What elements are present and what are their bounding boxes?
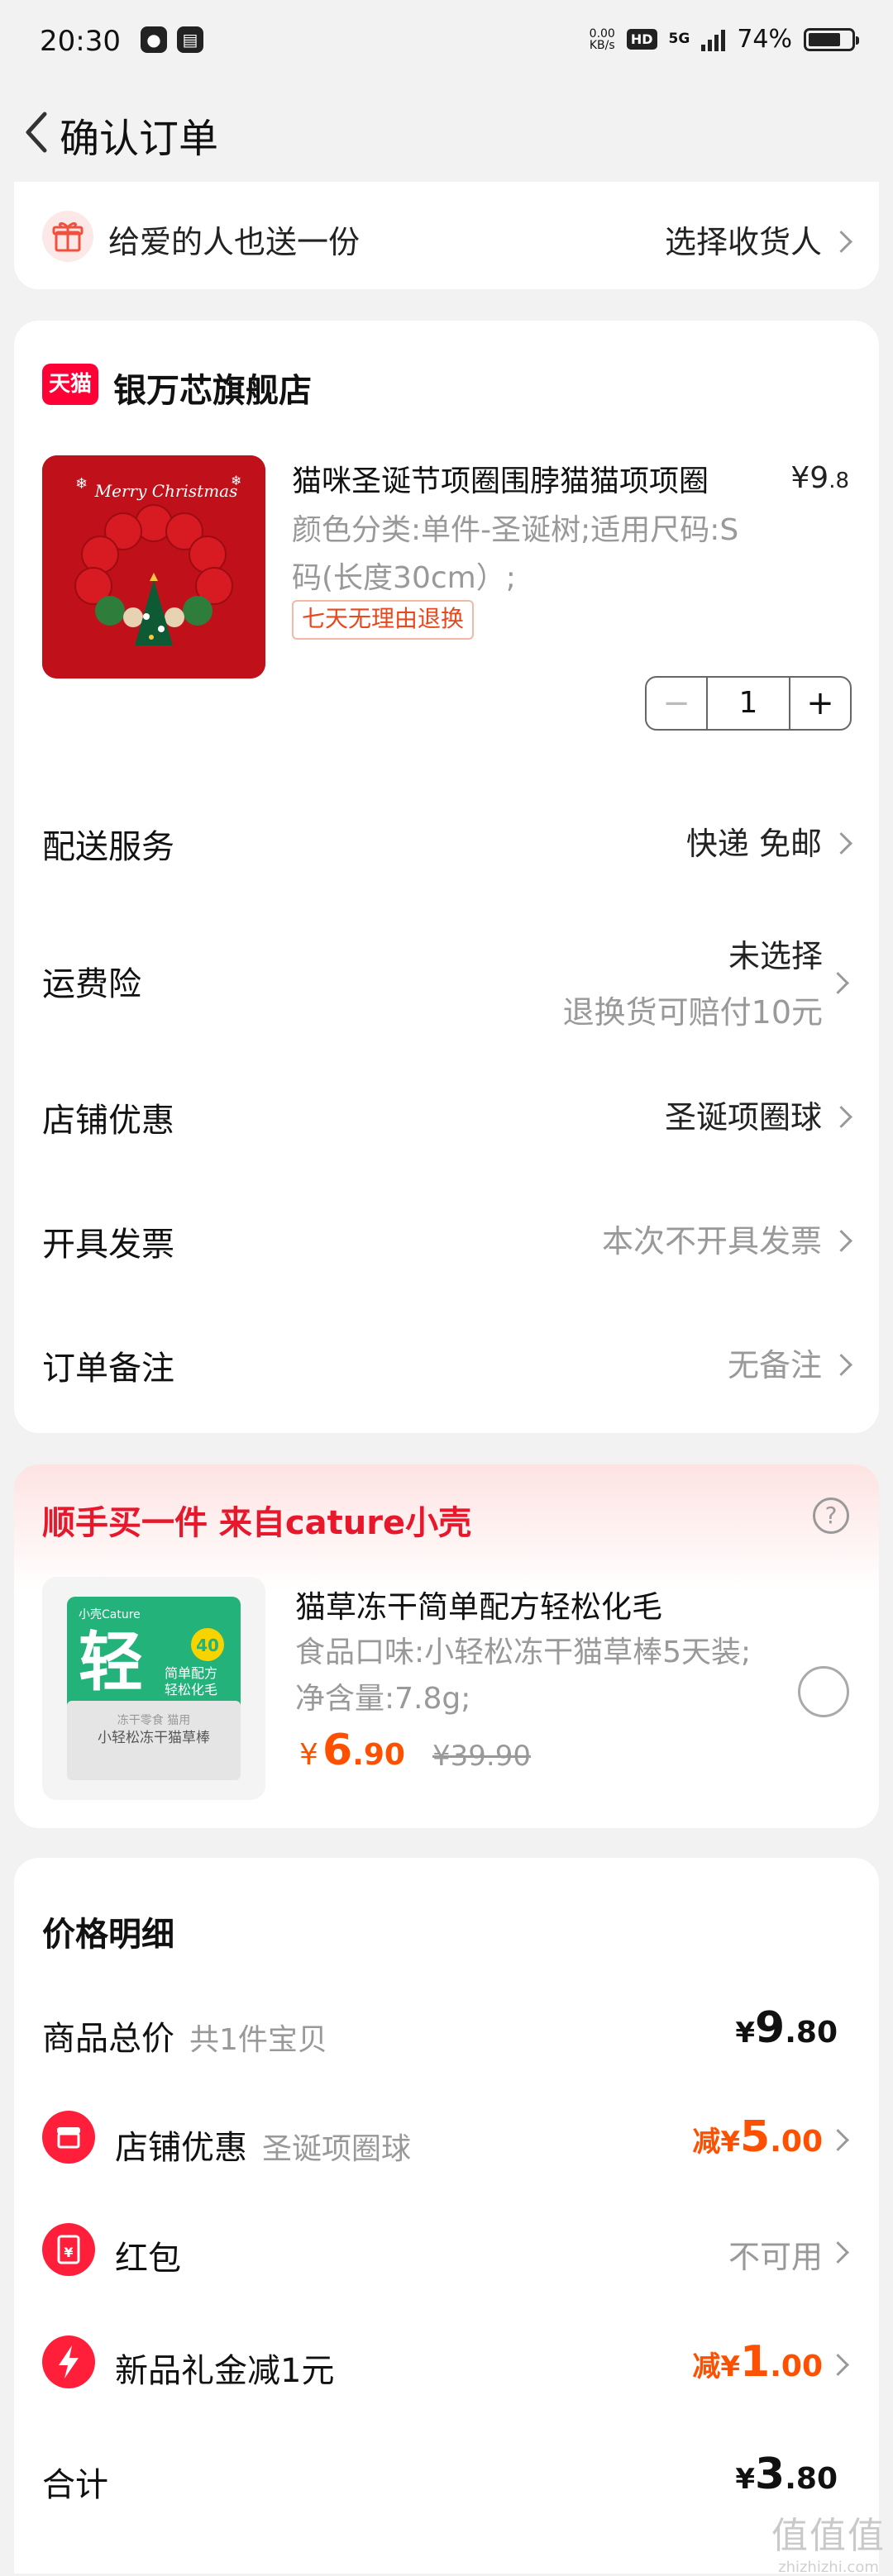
battery-icon (804, 27, 859, 51)
recommend-product-image[interactable]: 小壳Cature 轻 40 简单配方 轻松化毛 冻干零食 猫用 小轻松冻干猫草棒 (42, 1577, 265, 1800)
delivery-value[interactable]: 快递 免邮 (686, 818, 852, 864)
back-arrow-icon[interactable] (15, 101, 64, 164)
recommend-product-spec: 食品口味:小轻松冻干猫草棒5天装;净含量:7.8g; (295, 1636, 752, 1716)
svg-text:¥: ¥ (64, 2245, 73, 2260)
chevron-right-icon (830, 832, 852, 855)
status-time: 20:30 (40, 25, 121, 58)
chevron-right-icon (830, 1106, 852, 1128)
svg-text:Merry Christmas: Merry Christmas (94, 481, 238, 501)
gift-icon (42, 211, 93, 262)
total-goods-label: 商品总价 共1件宝贝 (42, 2020, 327, 2058)
choose-recipient-button[interactable]: 选择收货人 (665, 217, 852, 262)
product-image[interactable]: Merry Christmas ❄ ❄ (42, 455, 265, 679)
decrease-button[interactable]: − (647, 678, 706, 729)
recommend-card: 顺手买一件 来自cature小壳 ? 小壳Cature 轻 40 简单配方 轻松… (14, 1464, 879, 1828)
store-discount-amount[interactable]: 减¥5.00 (692, 2112, 823, 2162)
hd-badge: HD (626, 29, 657, 50)
svg-text:❄: ❄ (75, 475, 88, 493)
net-speed: 0.00 KB/s (589, 26, 615, 52)
status-bar: 20:30 ● ▤ 0.00 KB/s HD 5G 74% (0, 0, 893, 83)
svg-text:简单配方: 简单配方 (165, 1665, 217, 1681)
chevron-right-icon (830, 1354, 852, 1376)
nav-bar: 确认订单 (0, 83, 893, 182)
recommend-original-price: ¥39.90 (432, 1740, 531, 1773)
price-detail-title: 价格明细 (42, 1916, 174, 1954)
store-discount-detail-label: 店铺优惠 圣诞项圈球 (115, 2129, 412, 2167)
signal-icon (701, 28, 726, 51)
recommend-product-name[interactable]: 猫草冻干简单配方轻松化毛 (295, 1582, 662, 1626)
shipping-insurance-label: 运费险 (42, 965, 141, 1003)
quantity-value[interactable]: 1 (706, 678, 790, 729)
message-icon: ▤ (177, 26, 203, 53)
total-goods-amount: ¥9.80 (735, 2003, 838, 2053)
order-note-value[interactable]: 无备注 (728, 1340, 852, 1385)
watermark: 值值值 zhizhizhi.com (771, 2515, 886, 2576)
chevron-right-icon (827, 972, 849, 994)
store-discount-value[interactable]: 圣诞项圈球 (665, 1092, 852, 1137)
order-card: 天猫 银万芯旗舰店 Merry Christmas ❄ ❄ 猫咪圣诞节项圈围脖猫… (14, 321, 879, 1433)
chevron-right-icon (827, 2354, 849, 2376)
svg-text:小壳Cature: 小壳Cature (79, 1607, 141, 1621)
sum-amount: ¥3.80 (735, 2450, 838, 2499)
red-packet-value[interactable]: 不可用 (728, 2231, 823, 2277)
network-type: 5G (668, 31, 690, 47)
invoice-label: 开具发票 (42, 1226, 174, 1264)
tmall-logo: 天猫 (42, 364, 98, 405)
red-packet-icon: ¥ (42, 2223, 95, 2276)
price-detail-card: 价格明细 商品总价 共1件宝贝 ¥9.80 店铺优惠 圣诞项圈球 减¥5.00 ¥ … (14, 1858, 879, 2574)
lightning-icon (42, 2336, 95, 2388)
svg-text:❄: ❄ (231, 473, 241, 488)
chevron-right-icon (827, 2129, 849, 2151)
shipping-insurance-value[interactable]: 未选择 (728, 931, 823, 976)
svg-text:冻干零食 猫用: 冻干零食 猫用 (117, 1713, 190, 1727)
product-price: ¥9.8 (790, 461, 849, 495)
recommend-title: 顺手买一件 来自cature小壳 (42, 1504, 472, 1542)
new-gift-amount[interactable]: 减¥1.00 (692, 2337, 823, 2387)
chevron-right-icon (830, 231, 852, 253)
store-icon (42, 2111, 95, 2164)
svg-text:40: 40 (196, 1636, 219, 1655)
increase-button[interactable]: + (790, 678, 850, 729)
svg-text:轻松化毛: 轻松化毛 (165, 1682, 217, 1697)
wechat-icon: ● (141, 26, 167, 53)
product-title[interactable]: 猫咪圣诞节项圈围脖猫猫项项圈 (292, 457, 763, 500)
svg-text:小轻松冻干猫草棒: 小轻松冻干猫草棒 (98, 1730, 210, 1746)
gift-label: 给爱的人也送一份 (108, 224, 361, 260)
invoice-value[interactable]: 本次不开具发票 (602, 1216, 852, 1261)
svg-text:轻: 轻 (79, 1626, 143, 1700)
store-name[interactable]: 银万芯旗舰店 (113, 364, 312, 412)
chevron-right-icon (827, 2241, 849, 2264)
recommend-price: ¥ 6.90 (299, 1726, 405, 1775)
return-policy-badge: 七天无理由退换 (292, 600, 475, 640)
gift-card[interactable]: 给爱的人也送一份 选择收货人 (14, 182, 879, 289)
chevron-right-icon (830, 1230, 852, 1252)
shipping-insurance-desc: 退换货可赔付10元 (562, 994, 823, 1031)
product-spec: 颜色分类:单件-圣诞树;适用尺码:S码(长度30cm）; (292, 513, 739, 595)
page-title: 确认订单 (60, 116, 219, 162)
battery-percent: 74% (737, 25, 792, 54)
red-packet-label: 红包 (115, 2240, 181, 2278)
quantity-stepper: − 1 + (645, 676, 852, 731)
new-gift-label: 新品礼金减1元 (115, 2352, 335, 2390)
select-radio[interactable] (798, 1666, 849, 1717)
status-right: 0.00 KB/s HD 5G 74% (589, 25, 859, 54)
help-icon[interactable]: ? (813, 1498, 849, 1534)
store-discount-label: 店铺优惠 (42, 1102, 174, 1140)
delivery-label: 配送服务 (42, 828, 174, 866)
order-note-label: 订单备注 (42, 1350, 174, 1388)
sum-label: 合计 (42, 2466, 108, 2504)
